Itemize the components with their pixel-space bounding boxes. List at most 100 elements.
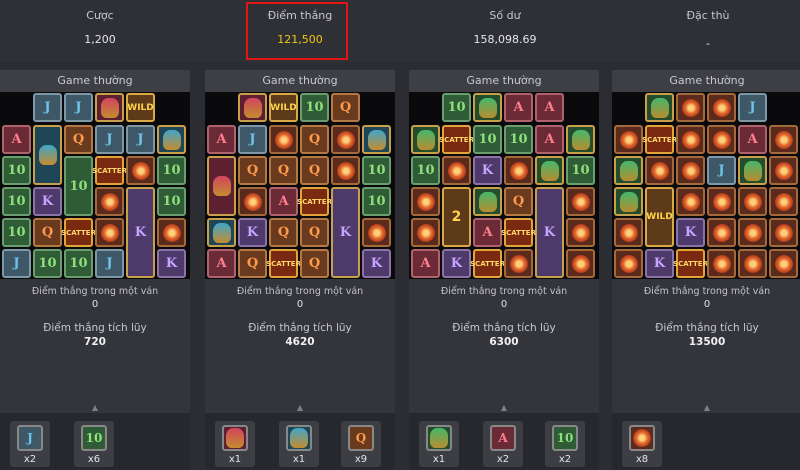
symbol-j: J [95, 125, 124, 154]
red-mask-icon [238, 93, 267, 122]
tally-count: x2 [496, 454, 510, 465]
symbol-ten: 10 [504, 125, 533, 154]
special-label: Đặc thù [686, 9, 730, 22]
symbol-wild: WILD [645, 187, 674, 247]
symbol-ten: 10 [362, 156, 391, 185]
panel-title: Game thường [0, 70, 190, 92]
panel-title: Game thường [205, 70, 395, 92]
blue-mask-icon [207, 218, 236, 247]
flower-icon [676, 125, 705, 154]
flower-icon [157, 218, 186, 247]
round-win-value: 0 [703, 299, 711, 310]
symbol-a: A [411, 249, 440, 278]
symbol-k: K [362, 249, 391, 278]
symbol-q: Q [300, 156, 329, 185]
symbol-a: A [535, 93, 564, 122]
tally-count: x1 [432, 454, 446, 465]
round-win-label: Điểm thắng trong một ván [440, 286, 568, 297]
symbol-q: Q [504, 187, 533, 216]
expand-caret-icon[interactable]: ▲ [0, 403, 190, 412]
symbol-ten: 10 [64, 249, 93, 278]
symbol-scatter: SCATTER [92, 156, 127, 185]
blue-mask-icon [33, 125, 62, 185]
reel-grid: J J WILD A Q J J 10 10 SCATTER 10 10 K K… [0, 92, 190, 279]
flower-icon [738, 249, 767, 278]
flower-icon [614, 218, 643, 247]
symbol-j: J [95, 249, 124, 278]
symbol-wild-multiplier: 2 [442, 187, 471, 247]
symbol-q: Q [300, 249, 329, 278]
symbol-k: K [238, 218, 267, 247]
tally-count: x2 [23, 454, 37, 465]
symbol-scatter: SCATTER [297, 187, 332, 216]
symbol-k: K [535, 187, 564, 278]
tally-item: x1 [419, 421, 459, 467]
balance-label: Số dư [489, 9, 521, 22]
symbol-ten: 10 [157, 187, 186, 216]
symbol-ten: 10 [566, 156, 595, 185]
symbol-ten: 10 [442, 93, 471, 122]
flower-icon [738, 218, 767, 247]
symbol-q: Q [238, 249, 267, 278]
symbol-ten: 10 [2, 218, 31, 247]
symbol-wild: WILD [269, 93, 298, 122]
symbol-wild: WILD [126, 93, 155, 122]
flower-icon [645, 156, 674, 185]
panel-title: Game thường [612, 70, 800, 92]
symbol-k: K [645, 249, 674, 278]
tally-count: x6 [87, 454, 101, 465]
tally-item: x1 [279, 421, 319, 467]
flower-icon [769, 249, 798, 278]
symbol-a: A [2, 125, 31, 154]
symbol-j: J [238, 125, 267, 154]
symbol-k: K [676, 218, 705, 247]
flower-icon [676, 93, 705, 122]
flower-icon [126, 156, 155, 185]
flower-icon [707, 125, 736, 154]
total-win-value: 6300 [489, 336, 519, 348]
expand-caret-icon[interactable]: ▲ [205, 403, 395, 412]
flower-icon [95, 218, 124, 247]
tally-count: x9 [354, 454, 368, 465]
symbol-j: J [64, 93, 93, 122]
reel-grid: WILD 10 Q A J Q Q Q Q 10 A SCATTER K 10 … [205, 92, 395, 279]
total-win-value: 13500 [688, 336, 726, 348]
symbol-k: K [442, 249, 471, 278]
round-panel-2: Game thường WILD 10 Q A J Q Q Q Q 10 A S… [205, 70, 395, 470]
total-win-label: Điểm thắng tích lũy [452, 322, 556, 334]
symbol-k: K [126, 187, 155, 278]
symbol-q: Q [269, 218, 298, 247]
symbol-ten: 10 [64, 156, 93, 216]
symbol-k: K [157, 249, 186, 278]
symbol-scatter: SCATTER [266, 249, 301, 278]
balance-stat: Số dư 158,098.69 [405, 0, 605, 62]
symbol-ten: 10 [2, 187, 31, 216]
flower-icon [707, 218, 736, 247]
flower-icon [769, 125, 798, 154]
reel-grid: 10 A A SCATTER 10 10 A 10 K 10 2 Q K A S… [409, 92, 599, 279]
total-win-label: Điểm thắng tích lũy [655, 322, 759, 334]
symbol-q: Q [238, 156, 267, 185]
expand-caret-icon[interactable]: ▲ [409, 403, 599, 412]
round-win-value: 0 [91, 299, 99, 310]
flower-icon [566, 187, 595, 216]
symbol-a: A [504, 93, 533, 122]
bet-label: Cược [86, 9, 114, 22]
flower-icon [362, 218, 391, 247]
j-icon: J [17, 425, 43, 451]
symbol-a: A [207, 125, 236, 154]
symbol-a: A [269, 187, 298, 216]
round-panel-1: Game thường J J WILD A Q J J 10 10 SCATT… [0, 70, 190, 470]
bet-value: 1,200 [84, 33, 116, 46]
symbol-scatter: SCATTER [673, 249, 708, 278]
tally-item: x1 [215, 421, 255, 467]
green-mask-icon [473, 93, 502, 122]
round-panel-4: Game thường J SCATTER A J WILD K K SCATT… [612, 70, 800, 470]
flower-icon [269, 125, 298, 154]
q-icon: Q [348, 425, 374, 451]
green-mask-icon [645, 93, 674, 122]
flower-icon [504, 249, 533, 278]
symbol-tally: x8 [612, 413, 800, 470]
expand-caret-icon[interactable]: ▲ [612, 403, 800, 412]
stats-bar: Cược 1,200 Điểm thắng 121,500 Số dư 158,… [0, 0, 800, 62]
